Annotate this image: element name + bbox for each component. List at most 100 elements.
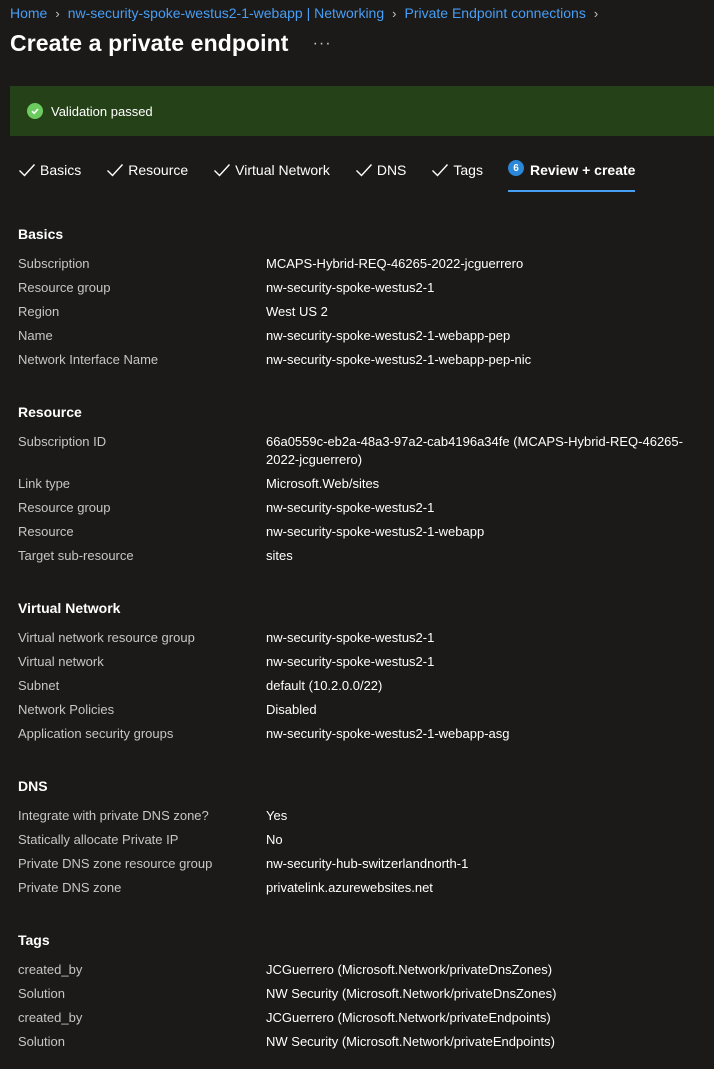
summary-row: Subscription ID 66a0559c-eb2a-48a3-97a2-… — [18, 433, 714, 469]
tab-review-create[interactable]: 6 Review + create — [507, 160, 636, 192]
summary-row: Subnet default (10.2.0.0/22) — [18, 677, 714, 695]
summary-row: created_by JCGuerrero (Microsoft.Network… — [18, 961, 714, 979]
row-label: Resource — [18, 524, 74, 539]
row-value: privatelink.azurewebsites.net — [266, 880, 433, 895]
row-value: nw-security-spoke-westus2-1 — [266, 280, 435, 295]
checkmark-circle-icon — [27, 103, 43, 119]
row-value: Yes — [266, 808, 288, 823]
row-label: Integrate with private DNS zone? — [18, 808, 209, 823]
breadcrumb-webapp-networking-link[interactable]: nw-security-spoke-westus2-1-webapp | Net… — [68, 5, 384, 21]
summary-row: Name nw-security-spoke-westus2-1-webapp-… — [18, 327, 714, 345]
chevron-right-icon: › — [55, 5, 60, 21]
row-value: JCGuerrero (Microsoft.Network/privateEnd… — [266, 1010, 551, 1025]
row-label: Private DNS zone — [18, 880, 122, 895]
validation-banner: Validation passed — [10, 86, 714, 136]
row-value: nw-security-spoke-westus2-1-webapp-asg — [266, 726, 510, 741]
summary-row: Statically allocate Private IP No — [18, 831, 714, 849]
row-value: NW Security (Microsoft.Network/privateDn… — [266, 986, 557, 1001]
page: Home › nw-security-spoke-westus2-1-webap… — [0, 0, 714, 1069]
summary-row: Region West US 2 — [18, 303, 714, 321]
section-tags: Tags created_by JCGuerrero (Microsoft.Ne… — [18, 931, 714, 1051]
checkmark-icon — [107, 164, 124, 177]
summary-row: Resource group nw-security-spoke-westus2… — [18, 499, 714, 517]
breadcrumb-private-endpoint-connections-link[interactable]: Private Endpoint connections — [404, 5, 585, 21]
row-label: Solution — [18, 1034, 65, 1049]
row-label: created_by — [18, 962, 83, 977]
checkmark-icon — [214, 164, 231, 177]
section-title: DNS — [18, 778, 48, 794]
row-label: Link type — [18, 476, 71, 491]
checkmark-icon — [432, 164, 449, 177]
row-value: nw-security-spoke-westus2-1 — [266, 654, 435, 669]
row-value: West US 2 — [266, 304, 328, 319]
row-label: Target sub-resource — [18, 548, 134, 563]
section-title: Resource — [18, 404, 82, 420]
summary-row: Resource group nw-security-spoke-westus2… — [18, 279, 714, 297]
row-label: Private DNS zone resource group — [18, 856, 213, 871]
row-value: No — [266, 832, 283, 847]
checkmark-icon — [355, 164, 372, 177]
section-title: Virtual Network — [18, 600, 121, 616]
tab-dns[interactable]: DNS — [355, 162, 406, 192]
checkmark-icon — [19, 164, 36, 177]
breadcrumb: Home › nw-security-spoke-westus2-1-webap… — [10, 4, 606, 22]
tab-label: Tags — [453, 162, 483, 178]
validation-message: Validation passed — [51, 103, 153, 119]
row-value: nw-security-spoke-westus2-1-webapp-pep — [266, 328, 511, 343]
row-label: Name — [18, 328, 53, 343]
tab-label: Virtual Network — [235, 162, 330, 178]
title-row: Create a private endpoint ··· — [10, 30, 332, 57]
step-number-badge: 6 — [507, 160, 524, 176]
row-value: 66a0559c-eb2a-48a3-97a2-cab4196a34fe (MC… — [266, 434, 683, 467]
section-virtual-network: Virtual Network Virtual network resource… — [18, 599, 714, 743]
row-value: nw-security-spoke-westus2-1-webapp-pep-n… — [266, 352, 532, 367]
row-label: Resource group — [18, 500, 111, 515]
row-label: Solution — [18, 986, 65, 1001]
row-value: nw-security-hub-switzerlandnorth-1 — [266, 856, 469, 871]
summary-row: Link type Microsoft.Web/sites — [18, 475, 714, 493]
summary-row: Network Policies Disabled — [18, 701, 714, 719]
row-label: Region — [18, 304, 60, 319]
chevron-right-icon: › — [392, 5, 397, 21]
summary-row: Resource nw-security-spoke-westus2-1-web… — [18, 523, 714, 541]
chevron-right-icon: › — [593, 5, 599, 21]
tab-resource[interactable]: Resource — [106, 162, 188, 192]
summary-row: Integrate with private DNS zone? Yes — [18, 807, 714, 825]
row-label: Subscription — [18, 256, 90, 271]
tab-label: Resource — [128, 162, 189, 178]
summary-row: Subscription MCAPS-Hybrid-REQ-46265-2022… — [18, 255, 714, 273]
section-title: Tags — [18, 932, 50, 948]
breadcrumb-home-link[interactable]: Home — [10, 5, 47, 21]
row-label: Statically allocate Private IP — [18, 832, 179, 847]
summary-row: Private DNS zone resource group nw-secur… — [18, 855, 714, 873]
tab-label: Review + create — [529, 162, 636, 178]
row-label: Network Interface Name — [18, 352, 159, 367]
summary-row: Solution NW Security (Microsoft.Network/… — [18, 985, 714, 1003]
row-value: sites — [266, 548, 293, 563]
summary-row: Target sub-resource sites — [18, 547, 714, 565]
row-label: Resource group — [18, 280, 111, 295]
row-value: Disabled — [266, 702, 317, 717]
tab-basics[interactable]: Basics — [18, 162, 81, 192]
row-label: Virtual network resource group — [18, 630, 195, 645]
summary-row: Private DNS zone privatelink.azurewebsit… — [18, 879, 714, 897]
section-resource: Resource Subscription ID 66a0559c-eb2a-4… — [18, 403, 714, 565]
wizard-tabs: Basics Resource Virtual Network DNS Tags… — [18, 160, 660, 192]
row-value: Microsoft.Web/sites — [266, 476, 380, 491]
tab-tags[interactable]: Tags — [431, 162, 483, 192]
tab-virtual-network[interactable]: Virtual Network — [213, 162, 330, 192]
summary-row: Virtual network nw-security-spoke-westus… — [18, 653, 714, 671]
more-options-button[interactable]: ··· — [313, 35, 332, 53]
summary-row: created_by JCGuerrero (Microsoft.Network… — [18, 1009, 714, 1027]
row-value: nw-security-spoke-westus2-1 — [266, 630, 435, 645]
row-label: created_by — [18, 1010, 83, 1025]
row-value: nw-security-spoke-westus2-1 — [266, 500, 435, 515]
summary-row: Network Interface Name nw-security-spoke… — [18, 351, 714, 369]
summary-row: Solution NW Security (Microsoft.Network/… — [18, 1033, 714, 1051]
row-label: Subscription ID — [18, 434, 107, 449]
section-title: Basics — [18, 226, 64, 242]
row-value: default (10.2.0.0/22) — [266, 678, 383, 693]
row-label: Virtual network — [18, 654, 104, 669]
section-dns: DNS Integrate with private DNS zone? Yes… — [18, 777, 714, 897]
row-value: MCAPS-Hybrid-REQ-46265-2022-jcguerrero — [266, 256, 524, 271]
